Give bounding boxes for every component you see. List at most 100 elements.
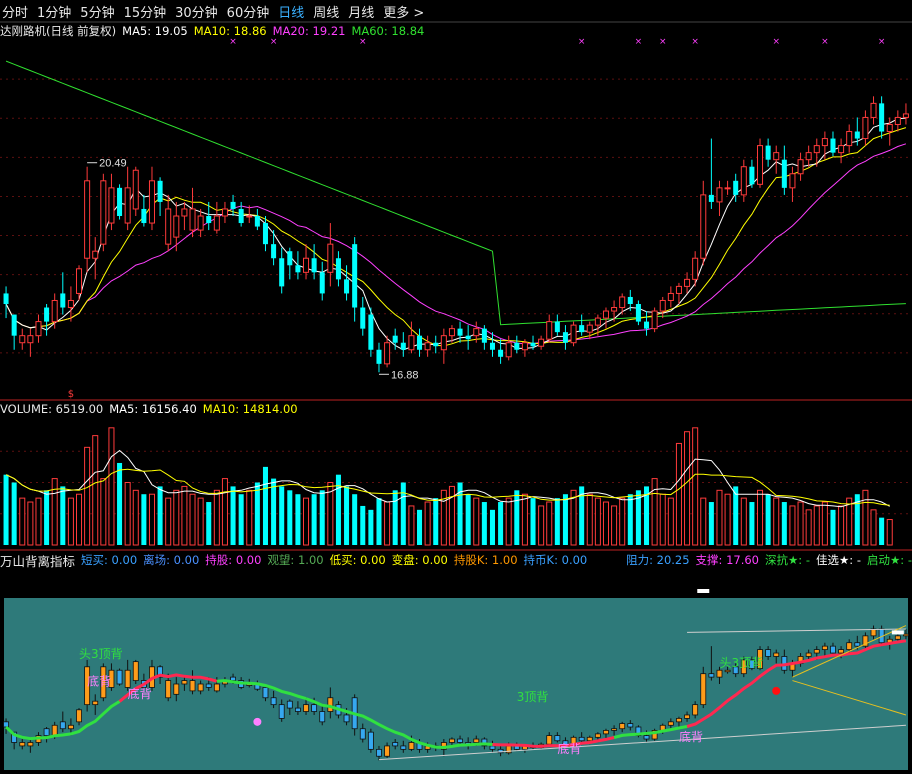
candle-up [805, 152, 812, 161]
volume-bar-up [84, 446, 91, 546]
volume-bar-up [221, 478, 228, 546]
indicator-candle [132, 661, 139, 681]
volume-bar-up [181, 485, 188, 546]
candle-down [644, 321, 650, 329]
candle-up [862, 116, 869, 140]
volume-bar-down [879, 517, 885, 545]
candle-up [886, 123, 893, 133]
volume-bar-down [11, 482, 17, 545]
candle-down [579, 325, 585, 333]
candle-down [554, 321, 560, 333]
candle-up [894, 116, 901, 125]
candle-up [505, 342, 512, 358]
indicator-candle [59, 721, 66, 730]
volume-bar-up [148, 493, 155, 546]
candle-down [157, 180, 163, 202]
top-marker [697, 589, 710, 593]
candle-up [124, 187, 131, 224]
volume-bar-down [254, 482, 260, 545]
volume-bar-up [813, 505, 820, 546]
candle-up [870, 102, 877, 118]
indicator-candle [51, 724, 58, 737]
volume-bar-up [67, 497, 74, 546]
indicator-candle [903, 633, 909, 637]
candle-down [635, 304, 641, 322]
candle-up [594, 317, 601, 326]
indicator-candle [230, 676, 236, 681]
volume-bar-up [886, 519, 893, 546]
volume-bar-down [311, 494, 317, 545]
candle-down [489, 342, 495, 350]
volume-bar-up [92, 435, 99, 546]
candle-down [417, 335, 423, 350]
candle-down [781, 159, 787, 188]
indicator-candle [838, 649, 845, 654]
candle-up [27, 335, 34, 344]
volume-bar-down [627, 494, 633, 545]
volume-bar-down [262, 466, 268, 545]
candle-up [789, 173, 796, 189]
candle-up [384, 342, 391, 365]
indicator-candle [392, 742, 399, 747]
volume-bar-up [724, 493, 731, 546]
candle-up [440, 335, 447, 351]
volume-bar-down [3, 474, 9, 545]
volume-bar-up [797, 501, 804, 546]
indicator-candle [619, 723, 626, 730]
indicator-candle [165, 680, 172, 699]
indicator-candle [319, 711, 326, 723]
indicator-candle [821, 645, 828, 650]
indicator-candle [546, 735, 553, 745]
divergence-annotation: 底背 [679, 729, 703, 744]
volume-bar-down [271, 478, 277, 545]
indicator-candle [124, 669, 131, 688]
indicator-candle [343, 714, 350, 723]
indicator-candle [611, 728, 618, 731]
candle-up [700, 194, 707, 259]
volume-bar-up [165, 497, 172, 546]
indicator-candle [278, 704, 285, 719]
candle-down [60, 293, 66, 308]
ma60-line [5, 60, 906, 326]
chart-canvas: 20.4916.88× × × × × × × × × ×$头3顶背底背底背 3顶背头3顶背底背底背 [0, 21, 912, 770]
volume-bar-up [100, 478, 107, 546]
candle-down [117, 187, 123, 216]
volume-bar-up [862, 489, 869, 546]
volume-bar-down [344, 486, 350, 545]
volume-bar-down [238, 494, 244, 545]
volume-bar-up [35, 497, 42, 546]
candle-down [311, 258, 317, 273]
candle-up [221, 208, 228, 217]
indicator-candle [586, 736, 593, 742]
indicator-candle [286, 700, 293, 709]
volume-bar-down [368, 509, 374, 545]
candle-down [465, 335, 471, 340]
candle-down [400, 342, 406, 350]
candle-down [11, 314, 17, 336]
volume-bar-down [749, 502, 755, 545]
volume-bar-down [44, 490, 50, 545]
indicator-candle [830, 645, 836, 654]
indicator-candle [43, 728, 50, 736]
volume-bar-up [384, 501, 391, 546]
candle-down [319, 272, 325, 294]
indicator-background [4, 598, 908, 770]
candle-up [611, 307, 618, 312]
indicator-candle [716, 669, 723, 678]
volume-bar-down [295, 494, 301, 545]
candle-down [376, 349, 382, 364]
candle-up [724, 187, 731, 190]
volume-bar-down [481, 502, 487, 545]
candle-down [44, 307, 50, 322]
volume-bar-down [498, 502, 504, 545]
indicator-candle [376, 748, 382, 757]
signal-x-mark: × [878, 37, 886, 47]
volume-bar-down [376, 498, 382, 545]
volume-bar-down [562, 494, 568, 545]
volume-bar-up [651, 478, 658, 546]
candle-down [287, 251, 293, 266]
volume-bar-up [611, 505, 618, 546]
indicator-candle [724, 669, 731, 673]
candle-down [530, 342, 536, 347]
volume-bar-down [733, 486, 739, 545]
